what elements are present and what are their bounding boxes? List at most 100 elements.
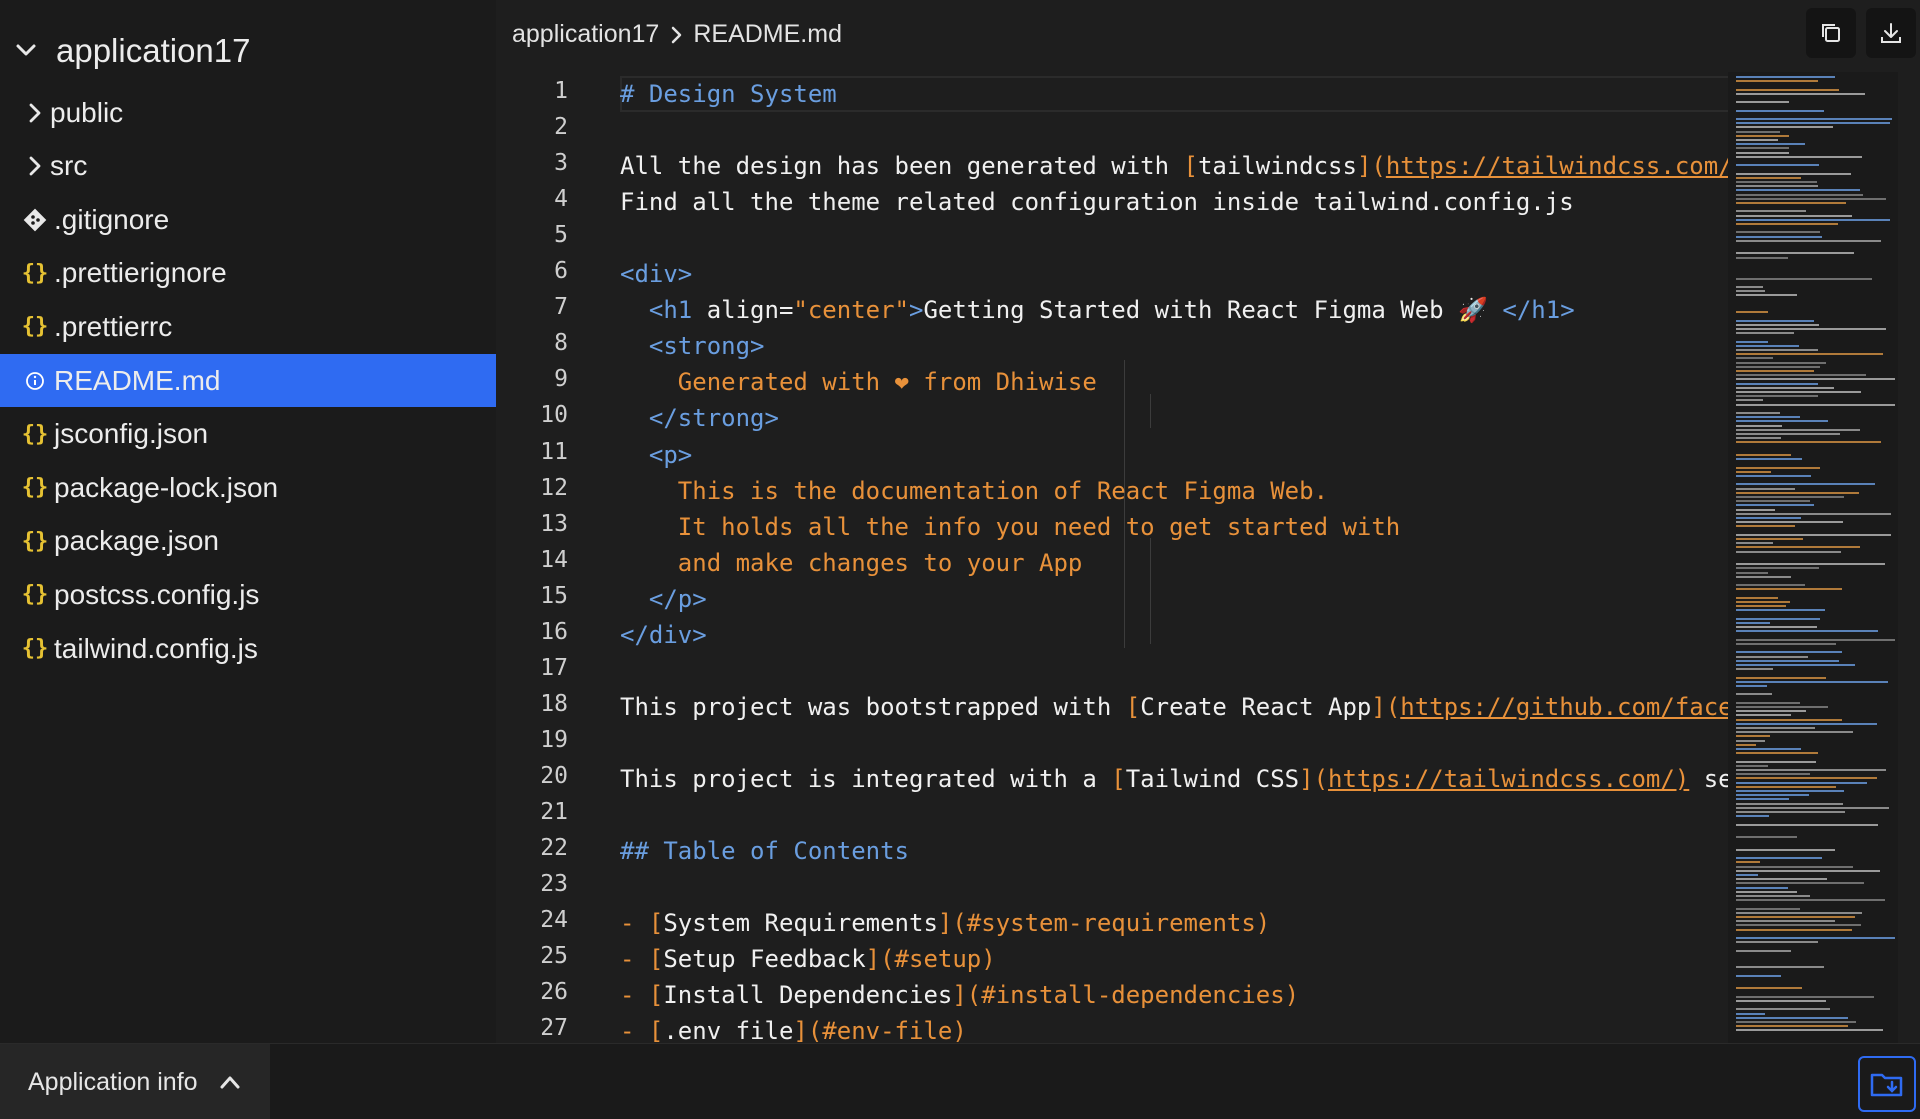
code-line: This project is integrated with a [Tailw… <box>620 764 1728 793</box>
minimap-line <box>1736 693 1772 696</box>
code-minimap[interactable] <box>1728 72 1898 1043</box>
minimap-line <box>1736 794 1810 797</box>
minimap-line <box>1736 739 1766 742</box>
minimap-line <box>1736 550 1842 553</box>
code-line: - [Install Dependencies](#install-depend… <box>620 981 1300 1010</box>
tree-item-readme-md[interactable]: README.md <box>0 354 496 407</box>
minimap-line <box>1736 202 1846 204</box>
line-number: 13 <box>540 510 568 537</box>
braces-icon: {} <box>21 636 49 661</box>
minimap-line <box>1736 395 1819 398</box>
copy-button[interactable] <box>1806 8 1856 58</box>
minimap-line <box>1736 668 1774 671</box>
minimap-line <box>1736 659 1840 662</box>
tree-item-tailwind-config-js[interactable]: {} tailwind.config.js <box>0 622 496 675</box>
tree-item-gitignore[interactable]: .gitignore <box>0 193 496 246</box>
code-line: All the design has been generated with [… <box>620 152 1728 181</box>
download-button[interactable] <box>1866 8 1916 58</box>
tree-item-prettierignore[interactable]: {} .prettierignore <box>0 247 496 300</box>
folder-download-icon <box>1870 1073 1903 1097</box>
minimap-line <box>1736 151 1790 154</box>
editor-header: application17 README.md <box>496 0 1920 72</box>
minimap-line <box>1736 374 1867 377</box>
minimap-line <box>1736 785 1837 788</box>
braces-icon: {} <box>21 314 49 340</box>
minimap-line <box>1736 676 1826 679</box>
minimap-line <box>1736 109 1825 112</box>
minimap-line <box>1736 466 1820 469</box>
minimap-line <box>1736 164 1820 167</box>
minimap-line <box>1736 277 1873 280</box>
line-number: 4 <box>554 186 568 213</box>
minimap-line <box>1736 130 1780 133</box>
code-line: - [Setup Feedback](#setup) <box>620 945 996 974</box>
minimap-line <box>1736 496 1844 498</box>
minimap-line <box>1736 1025 1849 1028</box>
minimap-line <box>1736 685 1768 687</box>
minimap-line <box>1736 941 1818 944</box>
line-number: 26 <box>540 979 568 1006</box>
minimap-line <box>1736 239 1882 242</box>
minimap-line <box>1736 235 1822 238</box>
tree-item-src[interactable]: src <box>0 140 496 193</box>
minimap-line <box>1736 651 1843 654</box>
tree-item-label: tailwind.config.js <box>54 632 258 664</box>
line-number: 27 <box>540 1015 568 1042</box>
tree-item-label: package.json <box>54 525 220 557</box>
minimap-line <box>1736 542 1774 545</box>
minimap-line <box>1736 517 1801 519</box>
minimap-line <box>1736 949 1792 952</box>
breadcrumb-project[interactable]: application17 <box>512 20 659 49</box>
minimap-line <box>1736 340 1768 343</box>
minimap-line <box>1736 420 1829 423</box>
minimap-line <box>1736 617 1821 620</box>
line-number: 18 <box>540 690 568 717</box>
file-explorer-sidebar: application17 public src .gitignore{} .pret… <box>0 0 496 1043</box>
minimap-line <box>1736 1021 1856 1023</box>
minimap-line <box>1736 332 1794 335</box>
project-root-row[interactable]: application17 <box>0 22 496 82</box>
minimap-line <box>1736 882 1864 885</box>
minimap-line <box>1736 718 1843 721</box>
braces-icon: {} <box>21 421 49 447</box>
tree-item-package-lock-json[interactable]: {} package-lock.json <box>0 461 496 514</box>
editor-scrollbar[interactable] <box>1898 72 1920 1043</box>
minimap-line <box>1736 626 1817 629</box>
indent-guide <box>1150 394 1151 428</box>
open-folder-button[interactable] <box>1858 1056 1916 1112</box>
minimap-line <box>1736 525 1795 528</box>
application-info-toggle[interactable]: Application info <box>0 1044 270 1119</box>
minimap-line <box>1736 773 1811 776</box>
tree-item-label: .prettierrc <box>54 310 173 342</box>
minimap-line <box>1736 563 1886 566</box>
tree-item-prettierrc[interactable]: {} .prettierrc <box>0 300 496 353</box>
tree-item-label: README.md <box>54 364 221 396</box>
minimap-line <box>1736 311 1769 314</box>
minimap-line <box>1736 735 1771 738</box>
tree-item-public[interactable]: public <box>0 86 496 139</box>
chevron-right-icon <box>22 98 48 128</box>
minimap-line <box>1736 290 1765 293</box>
code-line: </strong> <box>648 404 779 433</box>
line-number: 3 <box>554 150 568 177</box>
minimap-line <box>1736 727 1815 729</box>
minimap-line <box>1736 538 1803 540</box>
tree-item-package-json[interactable]: {} package.json <box>0 515 496 568</box>
minimap-line <box>1736 861 1761 864</box>
code-line: <h1 align="center">Getting Started with … <box>648 296 1575 325</box>
minimap-line <box>1736 748 1801 750</box>
minimap-line <box>1736 706 1829 708</box>
tree-item-jsconfig-json[interactable]: {} jsconfig.json <box>0 408 496 461</box>
minimap-line <box>1736 176 1802 179</box>
minimap-line <box>1736 1029 1883 1032</box>
minimap-line <box>1736 815 1770 818</box>
minimap-line <box>1736 231 1820 234</box>
line-number: 22 <box>540 835 568 862</box>
line-number: 11 <box>540 438 568 465</box>
tree-item-postcss-config-js[interactable]: {} postcss.config.js <box>0 568 496 621</box>
minimap-line <box>1736 601 1790 603</box>
breadcrumb-file[interactable]: README.md <box>693 20 842 49</box>
code-editor[interactable]: 1 2 3 4 5 6 7 8 9 10 11 12 13 14 15 16 17 18 19 20 21 22 23 24 2… <box>496 72 1728 1043</box>
minimap-line <box>1736 546 1861 549</box>
tree-item-label: package-lock.json <box>54 471 279 503</box>
